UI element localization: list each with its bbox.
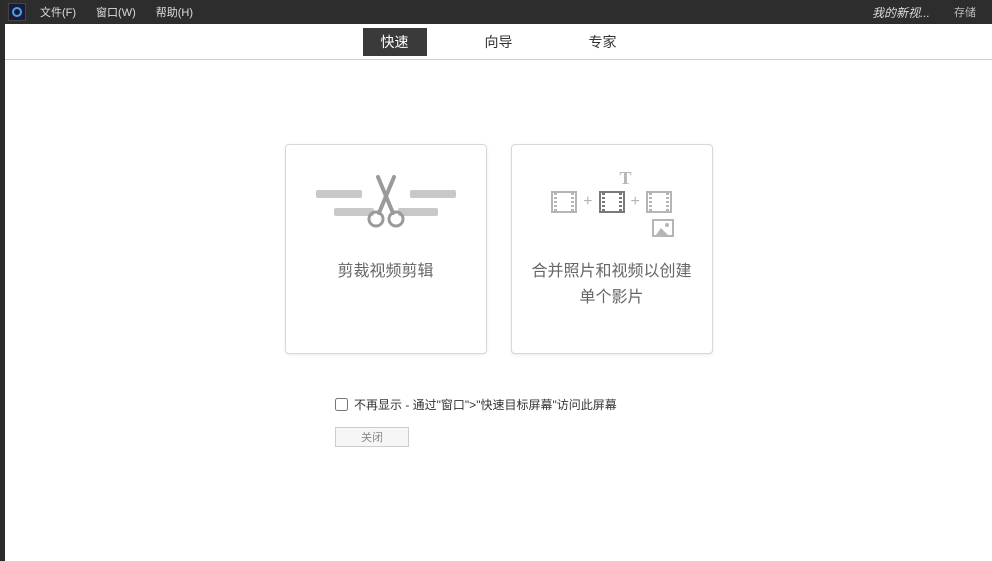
card-trim-title: 剪裁视频剪辑 bbox=[321, 255, 449, 289]
window-left-border bbox=[0, 0, 5, 561]
card-merge-media[interactable]: T + + 合并照片和视频以创建单个影片 bbox=[511, 144, 713, 354]
menu-file[interactable]: 文件(F) bbox=[40, 4, 76, 20]
text-type-icon: T bbox=[619, 168, 631, 188]
plus-icon: + bbox=[631, 193, 640, 211]
trim-icon bbox=[286, 145, 486, 255]
menu-bar: 文件(F) 窗口(W) 帮助(H) 我的新视... 存储 bbox=[0, 0, 992, 24]
tab-guided[interactable]: 向导 bbox=[467, 28, 531, 56]
dont-show-again-row[interactable]: 不再显示 - 通过"窗口">"快速目标屏幕"访问此屏幕 bbox=[335, 396, 992, 413]
card-trim-video[interactable]: 剪裁视频剪辑 bbox=[285, 144, 487, 354]
tab-expert[interactable]: 专家 bbox=[571, 28, 635, 56]
dont-show-again-label: 不再显示 - 通过"窗口">"快速目标屏幕"访问此屏幕 bbox=[354, 396, 617, 413]
main-content: 剪裁视频剪辑 T + + 合并照 bbox=[5, 60, 992, 447]
image-icon bbox=[652, 219, 674, 237]
film-clip-icon bbox=[551, 191, 577, 213]
dont-show-again-checkbox[interactable] bbox=[335, 398, 348, 411]
app-logo-icon bbox=[8, 3, 26, 21]
close-button[interactable]: 关闭 bbox=[335, 427, 409, 447]
card-merge-title: 合并照片和视频以创建单个影片 bbox=[512, 255, 712, 314]
film-clip-icon bbox=[646, 191, 672, 213]
tab-quick[interactable]: 快速 bbox=[363, 28, 427, 56]
film-clip-icon bbox=[599, 191, 625, 213]
scissor-icon bbox=[364, 173, 408, 234]
mode-tabs: 快速 向导 专家 bbox=[5, 24, 992, 60]
merge-icon: T + + bbox=[512, 145, 712, 255]
project-name-label: 我的新视... bbox=[872, 4, 930, 21]
menu-window[interactable]: 窗口(W) bbox=[96, 4, 136, 20]
plus-icon: + bbox=[583, 193, 592, 211]
save-button[interactable]: 存储 bbox=[954, 4, 976, 20]
menu-help[interactable]: 帮助(H) bbox=[156, 4, 193, 20]
